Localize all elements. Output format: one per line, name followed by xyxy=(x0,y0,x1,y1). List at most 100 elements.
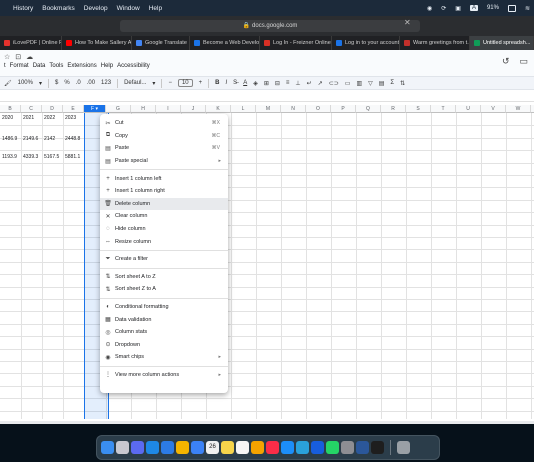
browser-tab[interactable]: Google Translate xyxy=(132,36,190,50)
rotate-icon[interactable]: ↗ xyxy=(318,80,323,87)
cell[interactable]: 4339.3 xyxy=(21,153,38,161)
column-header-q[interactable]: Q xyxy=(356,105,381,113)
close-icon[interactable]: ✕ xyxy=(404,18,411,27)
move-icon[interactable]: ⊡ xyxy=(15,53,21,61)
notes-blue-icon[interactable] xyxy=(131,441,144,454)
chart-icon[interactable]: ▥ xyxy=(356,80,362,87)
column-header-g[interactable]: G xyxy=(106,105,131,113)
wifi-icon[interactable]: ≋ xyxy=(525,5,530,12)
menu-item-sort-sheet-a-to-z[interactable]: ⇅ Sort sheet A to Z xyxy=(100,271,228,284)
column-header-d[interactable]: D xyxy=(42,105,63,113)
cell[interactable]: 5167.5 xyxy=(42,153,59,161)
menu-item-resize-column[interactable]: ⇔ Resize column xyxy=(100,235,228,248)
menu-item-create-a-filter[interactable]: ⏷ Create a filter xyxy=(100,253,228,266)
menu-item-paste[interactable]: ▤ Paste ⌘V xyxy=(100,142,228,155)
cell[interactable]: 2023 xyxy=(63,114,76,122)
trash-icon[interactable] xyxy=(397,441,410,454)
mac-menu-item[interactable]: Help xyxy=(149,5,162,12)
increase-decimal-button[interactable]: .00 xyxy=(87,80,95,86)
terminal-icon[interactable] xyxy=(371,441,384,454)
number-format-button[interactable]: 123 xyxy=(101,80,111,86)
telegram-icon[interactable] xyxy=(296,441,309,454)
menu-tools[interactable]: Tools xyxy=(49,63,63,69)
mac-menu-item[interactable]: Window xyxy=(117,5,140,12)
column-header-o[interactable]: O xyxy=(306,105,331,113)
cell[interactable]: 2142 xyxy=(42,135,55,143)
formula-bar[interactable] xyxy=(0,90,534,102)
functions-icon[interactable]: Σ xyxy=(390,80,394,86)
column-header-b[interactable]: B xyxy=(0,105,21,113)
italic-button[interactable]: I xyxy=(226,80,228,86)
bitwarden-icon[interactable] xyxy=(311,441,324,454)
column-header-u[interactable]: U xyxy=(456,105,481,113)
menu-item-copy[interactable]: ⧉ Copy ⌘C xyxy=(100,130,228,143)
menu-item-column-stats[interactable]: ◎ Column stats xyxy=(100,326,228,339)
spreadsheet-grid[interactable]: BCDEF ▾GHIJKLMNOPQRSTUVWX202020212022202… xyxy=(0,102,534,424)
calendar-icon[interactable]: 26 xyxy=(206,441,219,454)
mac-menu-item[interactable]: Bookmarks xyxy=(42,5,75,12)
column-header-n[interactable]: N xyxy=(281,105,306,113)
menu-item-cut[interactable]: ✂ Cut ⌘X xyxy=(100,117,228,130)
column-header-s[interactable]: S xyxy=(406,105,431,113)
finder-icon[interactable] xyxy=(101,441,114,454)
browser-tab[interactable]: Warm greetings from t... xyxy=(400,36,470,50)
keyboard-input-icon[interactable]: A xyxy=(469,5,478,11)
word-icon[interactable] xyxy=(356,441,369,454)
strikethrough-icon[interactable]: S̶ xyxy=(233,80,237,86)
menu-item-hide-column[interactable]: ◌ Hide column xyxy=(100,223,228,236)
history-icon[interactable]: ↺ xyxy=(502,56,510,67)
browser-tab[interactable]: How To Make Sallery A... xyxy=(62,36,132,50)
menu-accessibility[interactable]: Accessibility xyxy=(117,63,150,69)
bold-button[interactable]: B xyxy=(215,80,219,86)
valign-icon[interactable]: ⊥ xyxy=(295,80,300,87)
text-color-icon[interactable]: A xyxy=(243,80,247,86)
menu-t[interactable]: t xyxy=(4,63,6,69)
appstore-icon[interactable] xyxy=(281,441,294,454)
photos-icon[interactable] xyxy=(251,441,264,454)
record-icon[interactable]: ◉ xyxy=(427,5,432,12)
column-header-l[interactable]: L xyxy=(231,105,256,113)
font-size-decrease[interactable]: − xyxy=(168,80,172,86)
decrease-decimal-button[interactable]: .0 xyxy=(76,80,81,86)
browser-tab[interactable]: Log In - Freizner Online xyxy=(260,36,332,50)
star-icon[interactable]: ☆ xyxy=(4,53,10,61)
fill-color-icon[interactable]: ◈ xyxy=(253,80,258,87)
menu-item-insert-1-column-left[interactable]: + Insert 1 column left xyxy=(100,172,228,185)
vscode-icon[interactable] xyxy=(146,441,159,454)
menu-item-dropdown[interactable]: ⊙ Dropdown xyxy=(100,339,228,352)
sync-icon[interactable]: ⟳ xyxy=(441,5,446,12)
cell[interactable]: 2448.8 xyxy=(63,135,80,143)
font-size-increase[interactable]: + xyxy=(199,80,203,86)
column-header-j[interactable]: J xyxy=(181,105,206,113)
cell[interactable]: 2149.6 xyxy=(21,135,38,143)
browser-tab[interactable]: Log in to your account... xyxy=(332,36,400,50)
mac-menu-item[interactable]: Develop xyxy=(84,5,108,12)
currency-button[interactable]: $ xyxy=(55,80,58,86)
menu-item-conditional-formatting[interactable]: ◐ Conditional formatting xyxy=(100,301,228,314)
column-header-h[interactable]: H xyxy=(131,105,156,113)
cell[interactable]: 2021 xyxy=(21,114,34,122)
column-header-t[interactable]: T xyxy=(431,105,456,113)
settings-icon[interactable] xyxy=(341,441,354,454)
music-icon[interactable] xyxy=(266,441,279,454)
cell[interactable]: 2020 xyxy=(0,114,13,122)
reminders-icon[interactable] xyxy=(236,441,249,454)
menu-item-delete-column[interactable]: 🗑 Delete column xyxy=(100,197,228,211)
cell[interactable]: 1486.9 xyxy=(0,135,17,143)
font-size-input[interactable]: 10 xyxy=(177,79,193,87)
browser-tab[interactable]: Untitled spreadsh... xyxy=(470,36,534,50)
percent-button[interactable]: % xyxy=(64,80,69,86)
browser-tab[interactable]: iLovePDF | Online PDF... xyxy=(0,36,62,50)
paint-format-icon[interactable]: 🖌 xyxy=(4,80,12,87)
notes-icon[interactable] xyxy=(221,441,234,454)
whatsapp-icon[interactable] xyxy=(326,441,339,454)
menu-item-view-more-column-actions[interactable]: ⋮ View more column actions ▸ xyxy=(100,369,228,382)
launchpad-icon[interactable] xyxy=(116,441,129,454)
cell[interactable]: 1193.9 xyxy=(0,153,17,161)
mail-icon[interactable] xyxy=(191,441,204,454)
column-header-k[interactable]: K xyxy=(206,105,231,113)
column-header-e[interactable]: E xyxy=(63,105,84,113)
zoom-select[interactable]: 100% xyxy=(18,80,33,86)
column-header-p[interactable]: P xyxy=(331,105,356,113)
chrome-icon[interactable] xyxy=(176,441,189,454)
